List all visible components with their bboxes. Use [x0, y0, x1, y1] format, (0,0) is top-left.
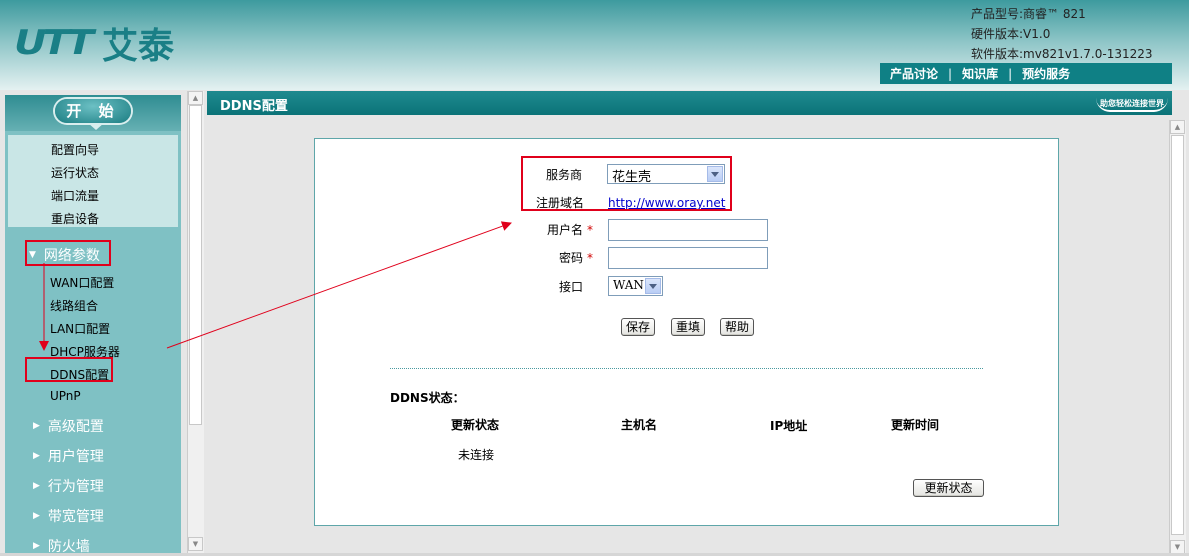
help-button[interactable]: 帮助 — [720, 318, 754, 336]
col-update-time: 更新时间 — [891, 418, 940, 432]
ddns-status-heading: DDNS状态： — [390, 391, 465, 405]
section-behavior-management[interactable]: ▶ 行为管理 — [33, 476, 104, 496]
scroll-up-icon[interactable]: ▲ — [188, 91, 203, 105]
menu-line-combination[interactable]: 线路组合 — [50, 297, 98, 314]
annotation-box-ddns — [25, 357, 113, 382]
col-hostname: 主机名 — [621, 418, 658, 432]
quick-item-restart-device[interactable]: 重启设备 — [51, 210, 99, 227]
interface-label: 接口 — [559, 280, 584, 294]
logo-mark: UTT — [14, 23, 94, 63]
triangle-right-icon: ▶ — [33, 451, 40, 461]
divider — [390, 368, 983, 369]
scroll-thumb[interactable] — [189, 105, 202, 425]
annotation-box-network — [25, 240, 111, 266]
section-label: 带宽管理 — [47, 509, 104, 525]
sidebar-menu: 开 始 配置向导 运行状态 端口流量 重启设备 ▼ 网络参数 WAN口配置 线路… — [5, 95, 181, 556]
logo-text: 艾泰 — [101, 26, 174, 67]
menu-lan-config[interactable]: LAN口配置 — [50, 320, 110, 337]
interface-select[interactable]: WAN1 — [608, 276, 663, 296]
hardware-version: 硬件版本:V1.0 — [971, 27, 1051, 41]
required-mark: * — [587, 251, 594, 265]
triangle-right-icon: ▶ — [33, 421, 40, 431]
nav-knowledge-base[interactable]: 知识库 — [952, 65, 1008, 82]
status-value: 未连接 — [458, 448, 495, 462]
scroll-up-icon[interactable]: ▲ — [1170, 120, 1185, 134]
section-label: 行为管理 — [47, 479, 104, 495]
menu-wan-config[interactable]: WAN口配置 — [50, 274, 114, 291]
quick-item-setup-wizard[interactable]: 配置向导 — [51, 141, 99, 158]
save-button[interactable]: 保存 — [621, 318, 655, 336]
quick-menu: 配置向导 运行状态 端口流量 重启设备 — [8, 135, 178, 227]
software-version: 软件版本:mv821v1.7.0-131223 — [971, 47, 1153, 61]
start-arrow-icon — [88, 123, 104, 130]
section-user-management[interactable]: ▶ 用户管理 — [33, 446, 104, 466]
annotation-box-provider — [521, 156, 732, 211]
utt-logo: UTT 艾泰 — [14, 18, 174, 68]
scroll-down-icon[interactable]: ▼ — [1170, 540, 1185, 554]
product-info: 产品型号:商睿™ 821 硬件版本:V1.0 软件版本:mv821v1.7.0-… — [971, 4, 1153, 64]
password-label: 密码 * — [559, 249, 593, 266]
quick-item-run-status[interactable]: 运行状态 — [51, 164, 99, 181]
username-label: 用户名 * — [547, 221, 593, 238]
nav-booking-service[interactable]: 预约服务 — [1012, 65, 1080, 82]
top-nav: 产品讨论 | 知识库 | 预约服务 — [880, 63, 1172, 84]
scroll-down-icon[interactable]: ▼ — [188, 537, 203, 551]
chevron-down-icon[interactable] — [645, 278, 661, 294]
section-label: 高级配置 — [47, 419, 104, 435]
sidebar: 开 始 配置向导 运行状态 端口流量 重启设备 ▼ 网络参数 WAN口配置 线路… — [0, 90, 189, 556]
main-scrollbar[interactable]: ▲ ▼ — [1169, 120, 1186, 554]
triangle-right-icon: ▶ — [33, 511, 40, 521]
section-advanced-config[interactable]: ▶ 高级配置 — [33, 416, 104, 436]
product-model: 产品型号:商睿™ 821 — [971, 7, 1086, 21]
username-label-text: 用户名 — [547, 223, 584, 237]
col-ip-address: IP地址 — [770, 419, 808, 433]
start-header: 开 始 — [5, 95, 181, 131]
sidebar-scrollbar[interactable]: ▲ ▼ — [187, 91, 204, 553]
scroll-thumb[interactable] — [1171, 135, 1184, 535]
page-title: DDNS配置 — [220, 99, 288, 114]
section-bandwidth-management[interactable]: ▶ 带宽管理 — [33, 506, 104, 526]
start-button[interactable]: 开 始 — [55, 99, 131, 123]
password-label-text: 密码 — [559, 251, 584, 265]
triangle-right-icon: ▶ — [33, 541, 40, 551]
triangle-right-icon: ▶ — [33, 481, 40, 491]
content-titlebar: DDNS配置 助您轻松连接世界 — [207, 91, 1172, 115]
header-banner: UTT 艾泰 产品型号:商睿™ 821 硬件版本:V1.0 软件版本:mv821… — [0, 0, 1189, 90]
col-update-status: 更新状态 — [451, 418, 500, 432]
refresh-status-button[interactable]: 更新状态 — [913, 479, 984, 497]
quick-item-port-traffic[interactable]: 端口流量 — [51, 187, 99, 204]
nav-product-discussion[interactable]: 产品讨论 — [880, 65, 948, 82]
required-mark: * — [587, 223, 594, 237]
section-label: 用户管理 — [47, 449, 104, 465]
username-input[interactable] — [608, 219, 768, 241]
menu-upnp[interactable]: UPnP — [50, 389, 81, 403]
password-input[interactable] — [608, 247, 768, 269]
reset-button[interactable]: 重填 — [671, 318, 705, 336]
slogan: 助您轻松连接世界 — [1096, 98, 1168, 112]
